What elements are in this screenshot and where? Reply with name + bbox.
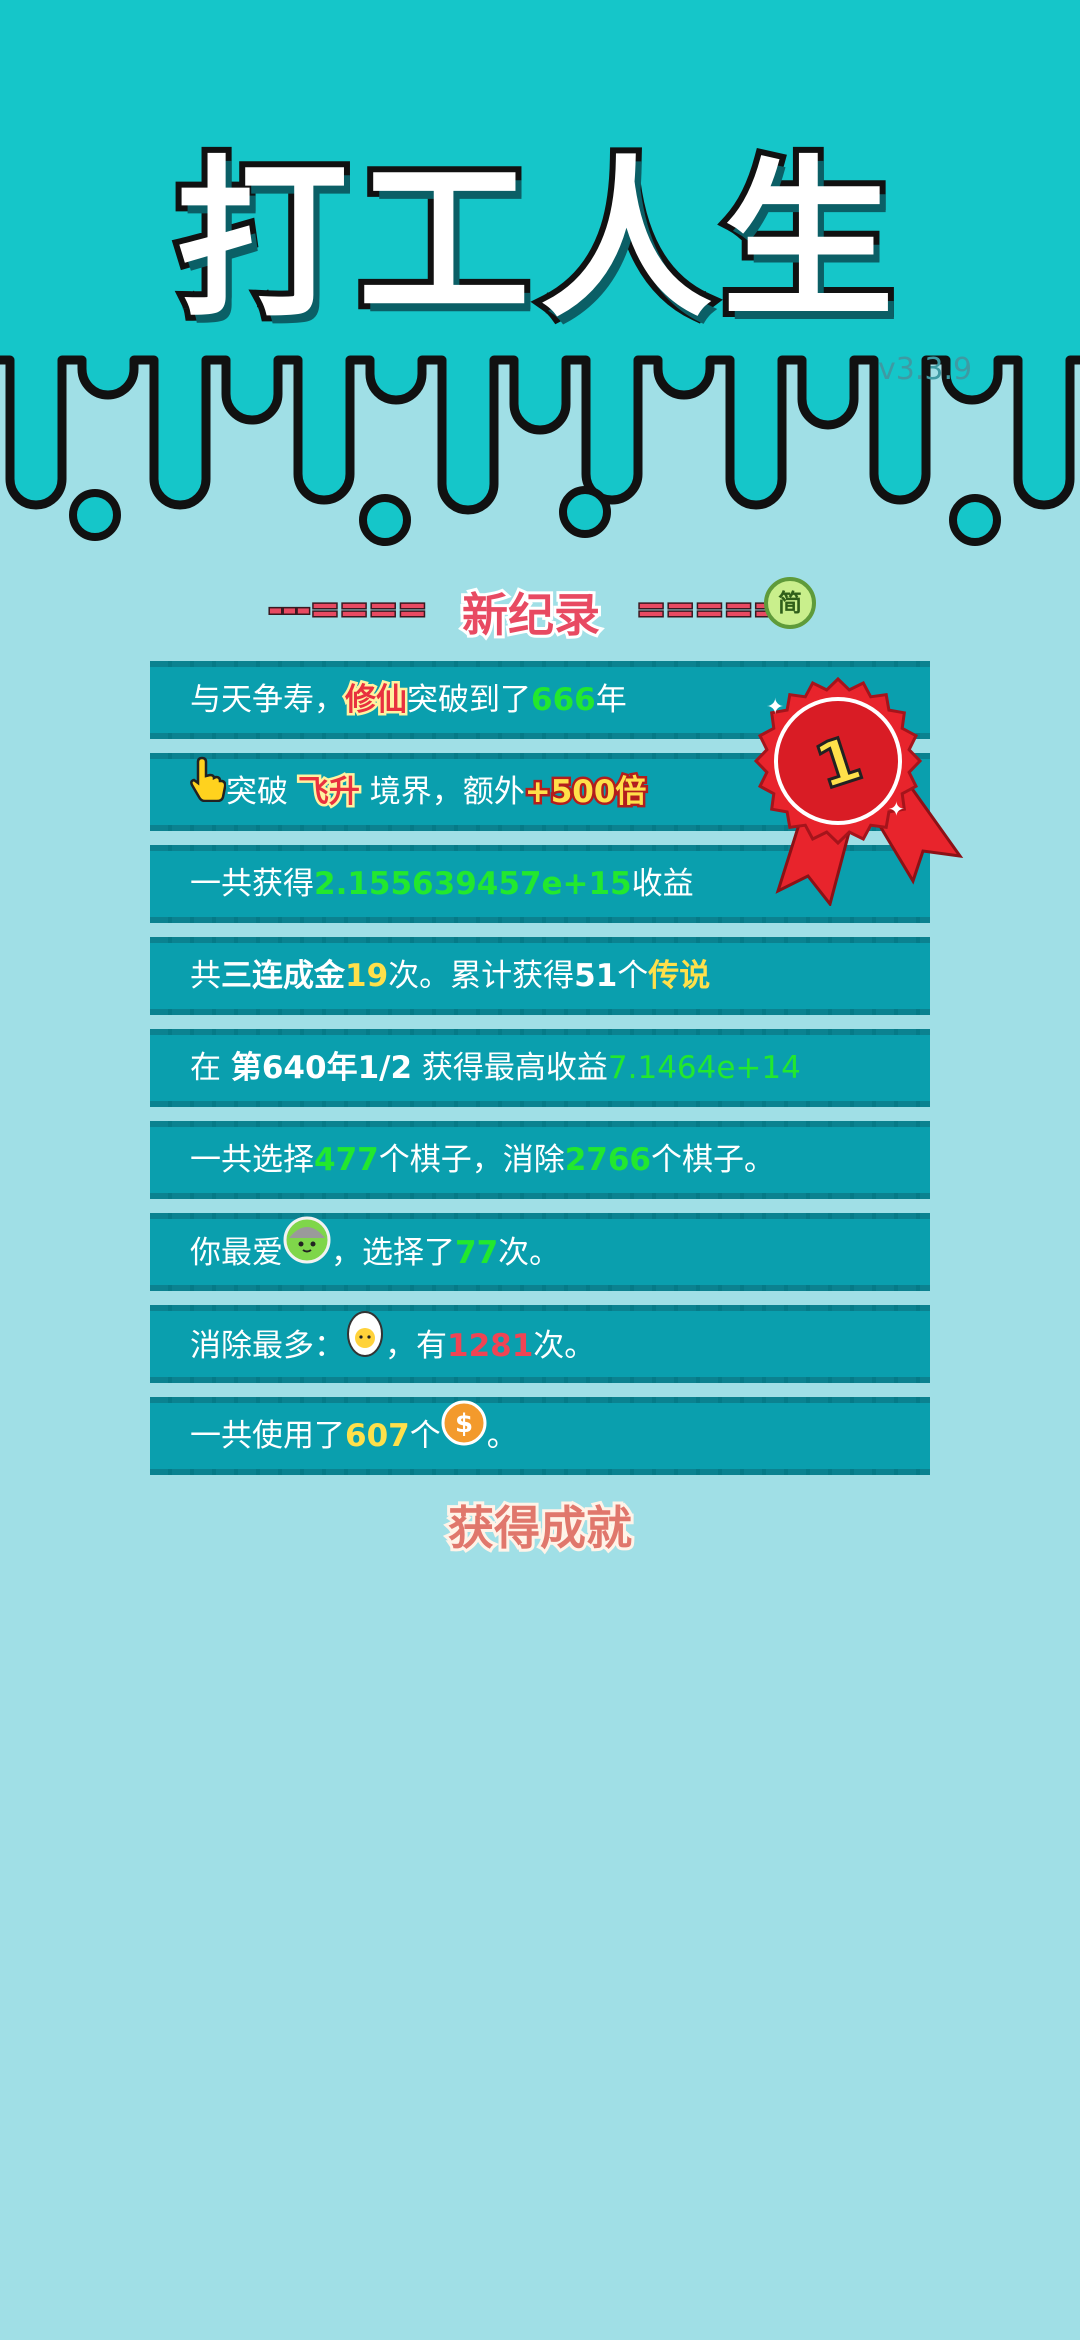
achievement-button[interactable]: 获得成就 bbox=[0, 1492, 1080, 1558]
record-text: 获得最高收益 bbox=[412, 1050, 608, 1086]
simplified-chinese-button[interactable]: 简 bbox=[764, 577, 816, 629]
banner-left-dashes: ---==== bbox=[266, 588, 428, 632]
record-row: 一共使用了607个 $ 。 bbox=[150, 1397, 930, 1475]
record-text: 一共获得 bbox=[190, 866, 314, 902]
record-text: 77 bbox=[455, 1235, 499, 1271]
record-text: 突破 bbox=[226, 774, 298, 810]
coin-icon: $ bbox=[441, 1400, 487, 1469]
record-text: 传说 bbox=[648, 958, 711, 994]
drip-drop bbox=[359, 494, 411, 546]
drip-drop bbox=[559, 486, 611, 538]
record-text: +500倍 bbox=[522, 772, 649, 813]
drip-dots bbox=[69, 486, 1001, 546]
record-text: 飞升 bbox=[295, 772, 362, 813]
svg-text:$: $ bbox=[455, 1409, 473, 1439]
record-text: 一共选择 bbox=[190, 1142, 314, 1178]
record-row: 在 第640年1/2 获得最高收益7.1464e+14 bbox=[150, 1029, 930, 1107]
version-label: v3.3.9 bbox=[878, 352, 973, 387]
record-text: 年 bbox=[595, 682, 627, 718]
record-text: 与天争寿， bbox=[190, 682, 345, 718]
record-text: 个棋子。 bbox=[651, 1142, 775, 1178]
record-text: 次。 bbox=[498, 1235, 561, 1271]
record-text: 7.1464e+14 bbox=[607, 1050, 801, 1086]
record-row: 共三连成金19次。累计获得51个传说 bbox=[150, 937, 930, 1015]
record-text: 个棋子，消除 bbox=[378, 1142, 565, 1178]
record-text: 个 bbox=[617, 958, 649, 994]
pointing-hand-icon bbox=[190, 756, 227, 825]
record-text: ，有 bbox=[385, 1328, 447, 1364]
record-text: 修仙 bbox=[343, 680, 410, 721]
header-banner: 打工人生 v3.3.9 bbox=[0, 0, 1080, 560]
record-text: 一共使用了 bbox=[190, 1418, 345, 1454]
rank-badge: 1 ✦ ✦ bbox=[753, 676, 964, 906]
record-row: 消除最多： ，有1281次。 bbox=[150, 1305, 930, 1383]
record-text: 477 bbox=[314, 1142, 379, 1178]
new-record-banner: ---==== 新纪录 =====- 简 bbox=[0, 575, 1080, 645]
record-text: 你最爱 bbox=[190, 1235, 283, 1271]
record-text: 三连成金 bbox=[221, 958, 345, 994]
record-text: 收益 bbox=[631, 866, 694, 902]
record-text: 次。累计获得 bbox=[388, 958, 575, 994]
record-text: 19 bbox=[345, 958, 389, 994]
record-text: 2.155639457e+15 bbox=[314, 866, 632, 902]
new-record-label: 新纪录 bbox=[459, 585, 603, 645]
record-text: 51 bbox=[574, 958, 618, 994]
record-text: 个 bbox=[409, 1418, 441, 1454]
drip-drop bbox=[69, 489, 121, 541]
record-text: 607 bbox=[345, 1418, 410, 1454]
record-row: 一共选择477个棋子，消除2766个棋子。 bbox=[150, 1121, 930, 1199]
record-text: 666 bbox=[531, 682, 596, 718]
record-text: 第640年1/2 bbox=[230, 1050, 413, 1086]
drip-drop bbox=[949, 494, 1001, 546]
record-text: 2766 bbox=[564, 1142, 651, 1178]
record-text: 突破到了 bbox=[407, 682, 531, 718]
sparkle-icon: ✦ bbox=[888, 797, 905, 821]
record-text: 消除最多： bbox=[190, 1328, 345, 1364]
record-text: 。 bbox=[486, 1418, 518, 1454]
record-text: ，选择了 bbox=[331, 1235, 455, 1271]
record-row: 你最爱 ，选择了77次。 bbox=[150, 1213, 930, 1291]
record-text: 次。 bbox=[533, 1328, 596, 1364]
app-title: 打工人生 bbox=[170, 134, 904, 347]
egg-icon bbox=[345, 1308, 385, 1381]
record-text: 在 bbox=[190, 1050, 231, 1086]
green-blob-icon bbox=[283, 1216, 331, 1287]
sparkle-icon: ✦ bbox=[766, 695, 784, 720]
record-text: 共 bbox=[190, 958, 221, 994]
record-text: 1281 bbox=[447, 1328, 534, 1364]
record-text: 境界，额外 bbox=[359, 774, 525, 810]
